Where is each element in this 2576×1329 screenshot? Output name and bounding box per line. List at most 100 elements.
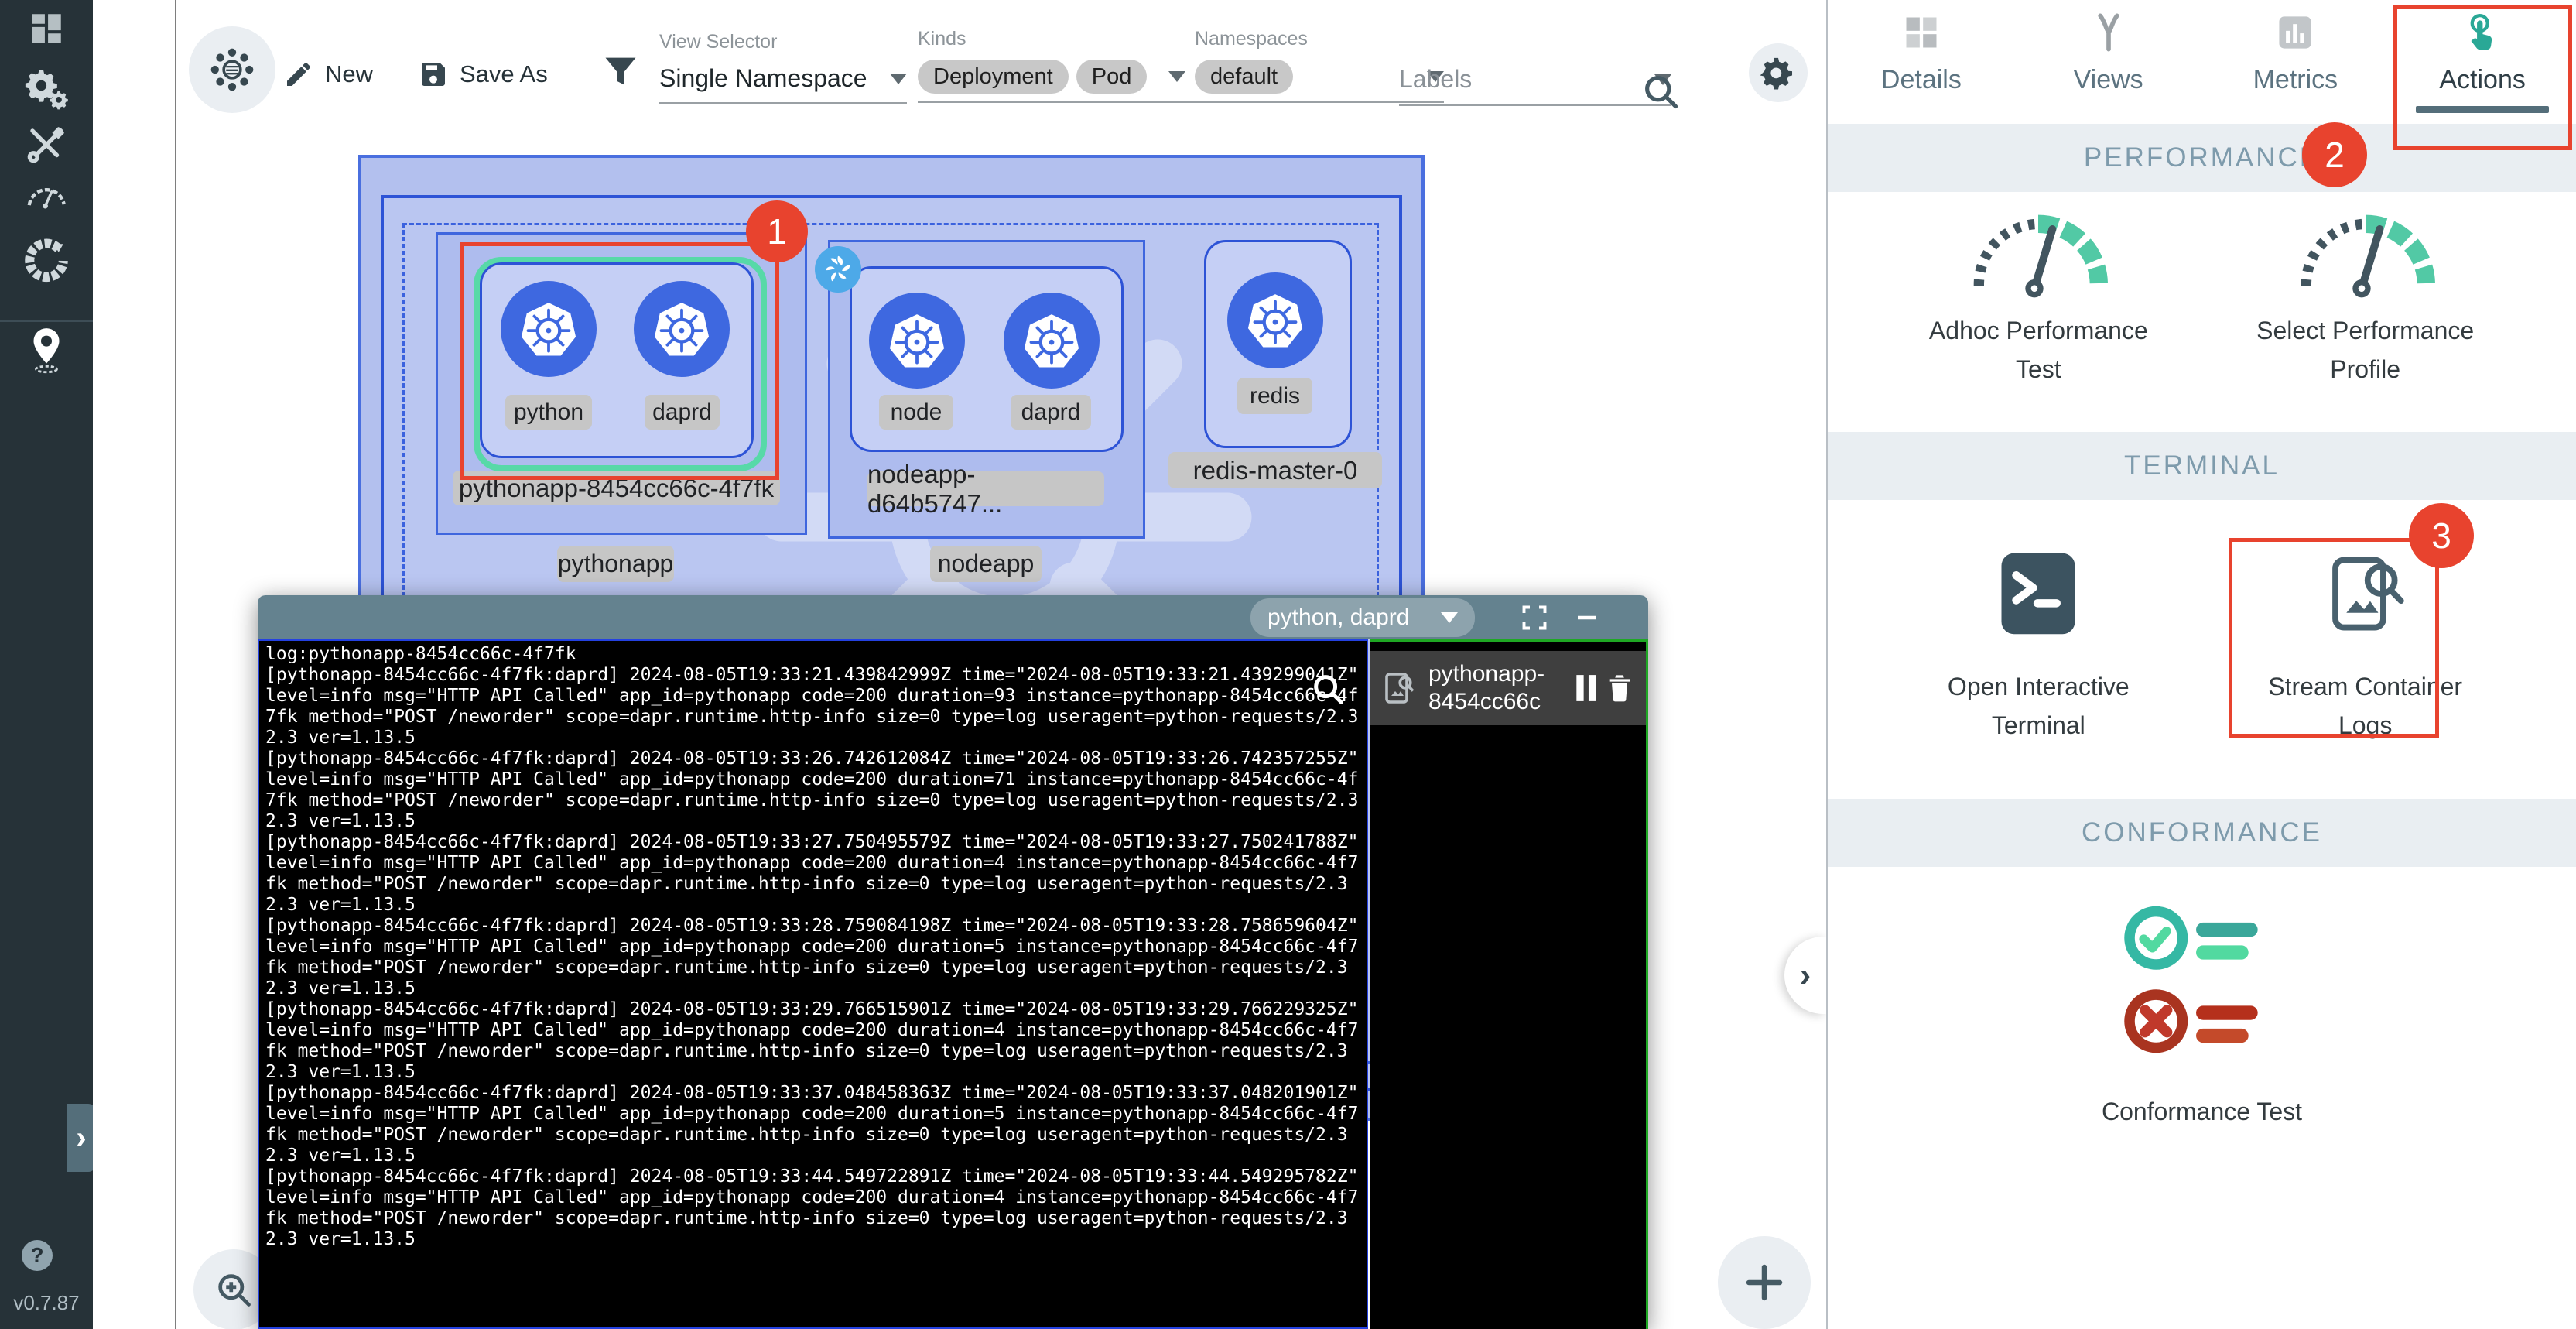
container-label: redis	[1237, 378, 1312, 414]
tab-views[interactable]: Views	[2015, 0, 2202, 95]
namespace-chip-default[interactable]: default	[1195, 60, 1293, 94]
dapr-app-button[interactable]	[189, 26, 275, 113]
stream-logs-icon	[1380, 670, 1418, 707]
kanvas-icon[interactable]	[0, 238, 93, 283]
tab-metrics[interactable]: Metrics	[2202, 0, 2390, 95]
kubernetes-icon	[1011, 300, 1093, 382]
performance-gauge-icon	[1957, 206, 2119, 307]
tools-icon[interactable]	[0, 124, 93, 166]
terminal-header[interactable]: python, daprd	[258, 595, 1648, 639]
kind-chip-pod[interactable]: Pod	[1076, 60, 1148, 94]
action-label: Select Performance Profile	[2238, 311, 2493, 389]
sidebar-expand-button[interactable]: ›	[67, 1104, 96, 1172]
pod-label: redis-master-0	[1168, 452, 1382, 488]
chevron-down-icon	[890, 74, 907, 84]
views-icon	[2089, 12, 2129, 53]
zoom-in-magnifier-icon	[214, 1269, 254, 1310]
kinds-label: Kinds	[918, 28, 1195, 50]
action-label: Conformance Test	[2102, 1092, 2302, 1131]
panel-collapse-tab[interactable]: ›	[1784, 937, 1826, 1014]
pod-label: nodeapp-d64b5747...	[867, 471, 1104, 506]
meshery-app-window: › ? v0.7.87 WA › New Save As	[0, 0, 2576, 1329]
container-selector-dropdown[interactable]: python, daprd	[1250, 598, 1475, 637]
kind-chip-deployment[interactable]: Deployment	[918, 60, 1069, 94]
deployment-label: pythonapp	[557, 546, 674, 582]
log-output-pane[interactable]: log:pythonapp-8454cc66c-4f7fk [pythonapp…	[258, 639, 1368, 1329]
container-label: daprd	[1011, 395, 1091, 430]
annotation-rect-pod	[460, 242, 779, 480]
gear-icon	[1760, 55, 1796, 91]
tab-label: Details	[1881, 65, 1962, 95]
log-search-icon[interactable]	[1310, 671, 1346, 707]
filter-funnel-icon	[600, 51, 641, 91]
add-node-button[interactable]	[1718, 1236, 1811, 1329]
filter-button[interactable]	[600, 51, 641, 91]
new-label: New	[325, 60, 373, 88]
log-header-line: log:pythonapp-8454cc66c-4f7fk	[265, 644, 576, 664]
container-node[interactable]	[869, 293, 965, 389]
kubernetes-icon	[876, 300, 958, 382]
log-stream-tab[interactable]: pythonapp-8454cc66c	[1370, 651, 1646, 725]
conformance-section-header: CONFORMANCE	[1828, 799, 2576, 867]
performance-icon[interactable]	[0, 180, 93, 214]
performance-gauge-icon	[2284, 206, 2447, 307]
delete-stream-icon[interactable]	[1604, 672, 1635, 704]
annotation-rect-actions-tab	[2393, 5, 2572, 150]
pencil-icon	[283, 59, 314, 90]
open-interactive-terminal-action[interactable]: Open Interactive Terminal	[1899, 550, 2177, 745]
plus-icon	[1741, 1259, 1787, 1306]
container-daprd-node[interactable]	[1004, 293, 1100, 389]
conformance-test-action[interactable]: Conformance Test	[1828, 867, 2576, 1131]
save-icon	[418, 59, 449, 90]
labels-placeholder: Labels	[1399, 65, 1472, 94]
left-sidebar: › ? v0.7.87	[0, 0, 93, 1329]
log-stream-tab-label: pythonapp-8454cc66c	[1428, 660, 1575, 716]
pause-stream-icon[interactable]	[1575, 673, 1598, 703]
minimize-icon[interactable]	[1573, 604, 1601, 632]
tab-details[interactable]: Details	[1828, 0, 2015, 95]
settings-gears-icon[interactable]	[0, 67, 93, 110]
view-selector-field[interactable]: View Selector Single Namespace	[659, 31, 907, 104]
chevron-down-icon	[1441, 612, 1458, 623]
new-button[interactable]: New	[283, 53, 373, 96]
location-pin-icon[interactable]	[0, 327, 93, 375]
save-as-button[interactable]: Save As	[418, 53, 548, 96]
annotation-badge-1: 1	[746, 200, 808, 262]
log-terminal-window: python, daprd log:pythonapp-8454cc66c-4f…	[258, 595, 1648, 1329]
dashboard-icon[interactable]	[0, 9, 93, 48]
labels-field[interactable]: Labels	[1399, 65, 1671, 106]
node-detail-panel: Details Views Metrics Actions PERFORMANC…	[1826, 0, 2576, 1329]
sidebar-divider	[0, 320, 93, 322]
extensions-rail: WA ›	[93, 0, 176, 1329]
adhoc-performance-test-action[interactable]: Adhoc Performance Test	[1899, 206, 2177, 389]
dapr-sidecar-badge	[815, 246, 861, 293]
annotation-rect-stream-logs	[2229, 538, 2439, 738]
app-version: v0.7.87	[0, 1291, 93, 1315]
annotation-badge-3: 3	[2409, 503, 2474, 568]
container-selector-value: python, daprd	[1267, 605, 1441, 631]
help-button[interactable]: ?	[22, 1240, 53, 1271]
chevron-right-icon: ›	[1800, 956, 1811, 995]
fullscreen-icon[interactable]	[1521, 604, 1548, 632]
performance-actions: Adhoc Performance Test Select Performanc…	[1828, 192, 2576, 389]
annotation-badge-2: 2	[2302, 122, 2367, 187]
dapr-pinwheel-icon	[820, 252, 856, 287]
log-streams-pane: pythonapp-8454cc66c	[1370, 639, 1648, 1329]
tab-label: Metrics	[2253, 65, 2338, 95]
action-label: Open Interactive Terminal	[1918, 667, 2158, 745]
namespaces-label: Namespaces	[1195, 28, 1444, 50]
conformance-checklist-icon	[2121, 904, 2284, 1070]
save-as-label: Save As	[460, 60, 548, 88]
settings-button[interactable]	[1749, 43, 1808, 102]
search-icon	[1640, 71, 1681, 111]
chevron-down-icon	[1168, 71, 1185, 82]
kinds-field[interactable]: Kinds Deployment Pod	[918, 28, 1195, 103]
select-performance-profile-action[interactable]: Select Performance Profile	[2226, 206, 2505, 389]
search-button[interactable]	[1640, 71, 1681, 111]
kubernetes-icon	[1234, 279, 1316, 361]
view-selector-value: Single Namespace	[659, 64, 867, 93]
view-selector-label: View Selector	[659, 31, 907, 53]
container-redis[interactable]	[1227, 272, 1323, 368]
action-label: Adhoc Performance Test	[1911, 311, 2166, 389]
terminal-section-header: TERMINAL	[1828, 432, 2576, 500]
